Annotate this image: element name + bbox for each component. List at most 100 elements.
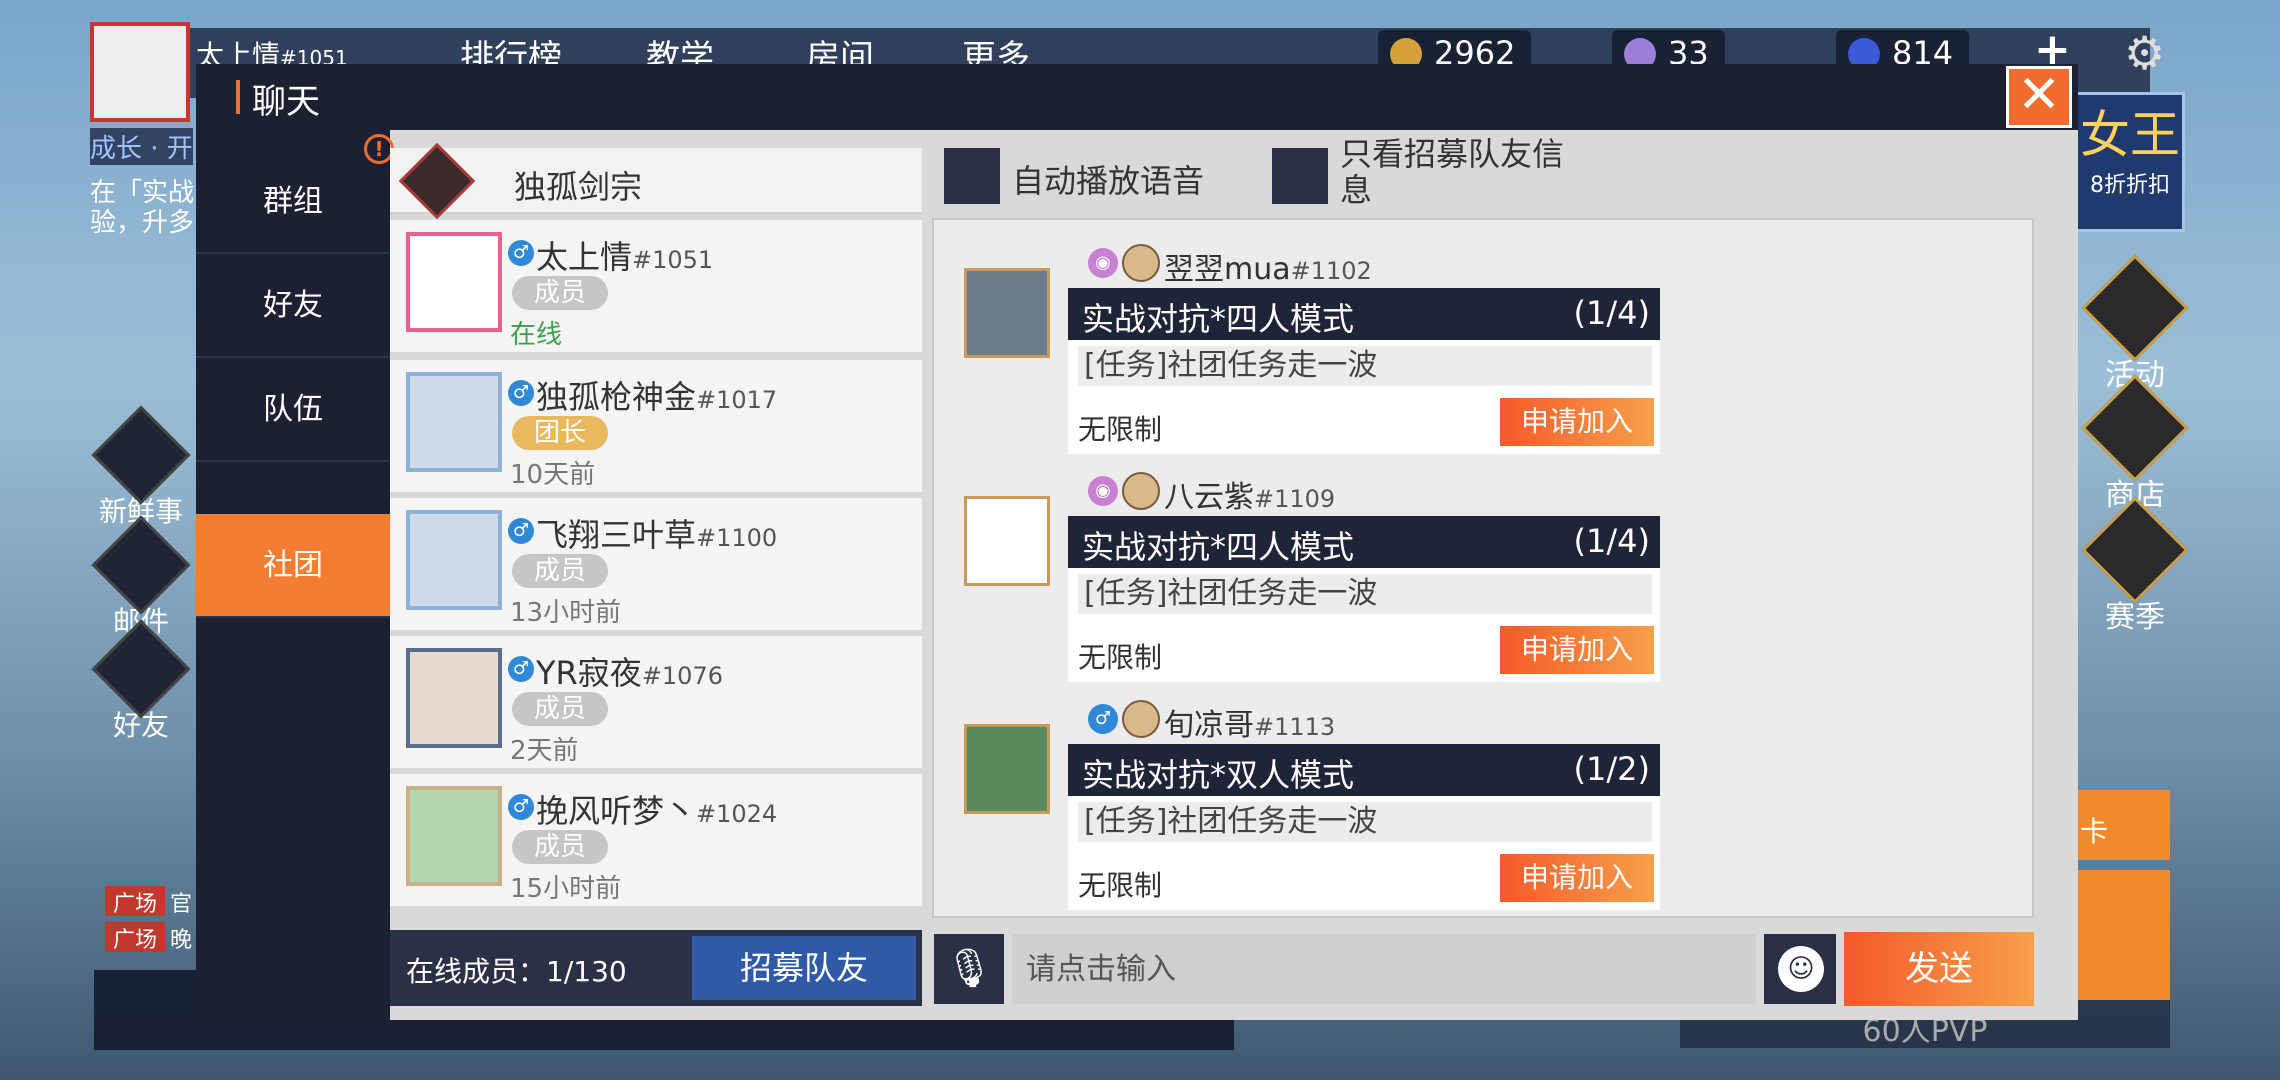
member-role-badge: 成员	[512, 554, 608, 588]
recruit-message: ◉ 翌翌mua#1102 实战对抗*四人模式 (1/4) [任务]社团任务走一波…	[934, 232, 2032, 454]
tab-team[interactable]: 队伍	[196, 358, 390, 462]
sender-name: 旬凉哥#1113	[1164, 708, 1336, 743]
avatar-frame-icon	[1122, 472, 1160, 510]
mode-title: 实战对抗*双人模式	[1082, 756, 1355, 794]
mode-bar: 实战对抗*双人模式 (1/2)	[1068, 744, 1660, 796]
male-icon: ♂	[508, 518, 534, 544]
task-text: [任务]社团任务走一波	[1078, 346, 1652, 386]
plaza-text: 晚	[170, 928, 193, 953]
member-row[interactable]: ♂ 挽风听梦丶#1024 成员 15小时前	[390, 774, 922, 906]
title-accent	[236, 80, 240, 114]
gift-icon	[2081, 254, 2189, 362]
sender-name: 八云紫#1109	[1164, 480, 1336, 515]
join-button[interactable]: 申请加入	[1500, 854, 1654, 902]
avatar-frame-icon	[1122, 244, 1160, 282]
avatar[interactable]	[964, 496, 1050, 586]
recruit-card: 实战对抗*四人模式 (1/4) [任务]社团任务走一波 无限制 申请加入	[1068, 288, 1660, 454]
male-icon: ♂	[508, 240, 534, 266]
close-button[interactable]: ✕	[2006, 66, 2072, 128]
microphone-button[interactable]: 🎙	[934, 934, 1004, 1004]
member-list[interactable]: ♂ 太上情#1051 成员 在线 ♂ 独孤枪神金#1017 团长 10天前 ♂ …	[390, 220, 922, 920]
recruit-message: ♂ 旬凉哥#1113 实战对抗*双人模式 (1/2) [任务]社团任务走一波 无…	[934, 688, 2032, 910]
member-row[interactable]: ♂ 独孤枪神金#1017 团长 10天前	[390, 360, 922, 492]
growth-desc-2: 验，升多	[90, 208, 195, 238]
member-row[interactable]: ♂ 飞翔三叶草#1100 成员 13小时前	[390, 498, 922, 630]
avatar	[406, 786, 502, 886]
member-footer: 在线成员：1/130 招募队友	[390, 930, 922, 1006]
settings-gear-icon[interactable]: ⚙	[2124, 26, 2165, 80]
eye-icon: ◉	[1088, 476, 1118, 506]
mode-bar: 实战对抗*四人模式 (1/4)	[1068, 516, 1660, 568]
plaza-tag: 广场	[105, 922, 165, 953]
dialog-title: 聊天	[252, 82, 320, 122]
avatar	[406, 648, 502, 748]
chat-input[interactable]	[1012, 934, 1756, 1004]
auto-voice-label: 自动播放语音	[1012, 162, 1205, 200]
male-icon: ♂	[508, 794, 534, 820]
join-button[interactable]: 申请加入	[1500, 398, 1654, 446]
growth-label: 成长 · 开	[90, 128, 193, 165]
member-role-badge: 成员	[512, 830, 608, 864]
avatar	[406, 372, 502, 472]
sender-name: 翌翌mua#1102	[1164, 252, 1372, 287]
limit-text: 无限制	[1078, 413, 1163, 446]
member-role-badge: 团长	[512, 416, 608, 450]
tab-friends[interactable]: 好友	[196, 254, 390, 358]
auto-voice-checkbox[interactable]	[944, 148, 1000, 204]
member-status: 13小时前	[510, 598, 622, 628]
tab-guild[interactable]: 社团	[196, 514, 390, 618]
team-count: (1/4)	[1573, 522, 1650, 560]
task-text: [任务]社团任务走一波	[1078, 802, 1652, 842]
tab-group[interactable]: 群组	[196, 150, 390, 254]
member-row[interactable]: ♂ YR寂夜#1076 成员 2天前	[390, 636, 922, 768]
avatar[interactable]	[964, 268, 1050, 358]
member-name: 独孤枪神金#1017	[536, 378, 778, 416]
member-name: 太上情#1051	[536, 238, 714, 276]
join-button[interactable]: 申请加入	[1500, 626, 1654, 674]
avatar	[406, 510, 502, 610]
team-count: (1/2)	[1573, 750, 1650, 788]
member-status: 2天前	[510, 736, 579, 766]
member-status: 在线	[510, 320, 563, 350]
member-row[interactable]: ♂ 太上情#1051 成员 在线	[390, 220, 922, 352]
chat-dialog: 聊天 ✕ 群组 好友 队伍 社团 ! 独孤剑宗 ♂ 太上情#1051 成员 在线…	[196, 64, 2078, 1020]
member-status: 15小时前	[510, 874, 622, 904]
dialog-header: 聊天	[196, 64, 2078, 130]
news-button[interactable]: 新鲜事	[86, 405, 196, 530]
avatar	[406, 232, 502, 332]
season-button[interactable]: 赛季	[2080, 496, 2190, 636]
limit-text: 无限制	[1078, 869, 1163, 902]
member-role-badge: 成员	[512, 692, 608, 726]
male-icon: ♂	[508, 380, 534, 406]
task-text: [任务]社团任务走一波	[1078, 574, 1652, 614]
player-avatar[interactable]	[90, 22, 190, 122]
mode-bar: 实战对抗*四人模式 (1/4)	[1068, 288, 1660, 340]
event-banner[interactable]: 女王 8折折扣	[2075, 92, 2185, 232]
microphone-icon: 🎙	[944, 946, 994, 990]
avatar[interactable]	[964, 724, 1050, 814]
member-name: 挽风听梦丶#1024	[536, 792, 778, 830]
online-count: 在线成员：1/130	[406, 955, 627, 988]
send-button[interactable]: 发送	[1844, 932, 2034, 1006]
emoji-face-icon: ☺	[1778, 946, 1824, 992]
recruit-button[interactable]: 招募队友	[692, 936, 916, 1000]
recruit-message: ◉ 八云紫#1109 实战对抗*四人模式 (1/4) [任务]社团任务走一波 无…	[934, 460, 2032, 682]
chat-sidebar: 群组 好友 队伍 社团	[196, 130, 390, 1020]
member-name: 飞翔三叶草#1100	[536, 516, 778, 554]
friends-button[interactable]: 好友	[86, 619, 196, 744]
male-icon: ♂	[508, 656, 534, 682]
limit-text: 无限制	[1078, 641, 1163, 674]
recruit-only-checkbox[interactable]	[1272, 148, 1328, 204]
message-list[interactable]: ◉ 翌翌mua#1102 实战对抗*四人模式 (1/4) [任务]社团任务走一波…	[932, 218, 2034, 918]
eye-icon: ◉	[1088, 248, 1118, 278]
mode-title: 实战对抗*四人模式	[1082, 528, 1355, 566]
guild-name: 独孤剑宗	[514, 168, 643, 206]
close-icon: ✕	[2017, 65, 2061, 125]
avatar-frame-icon	[1122, 700, 1160, 738]
plaza-tag: 广场	[105, 886, 165, 917]
male-icon: ♂	[1088, 704, 1118, 734]
member-name: YR寂夜#1076	[536, 654, 723, 692]
emoji-button[interactable]: ☺	[1764, 934, 1836, 1004]
member-status: 10天前	[510, 460, 596, 490]
recruit-card: 实战对抗*四人模式 (1/4) [任务]社团任务走一波 无限制 申请加入	[1068, 516, 1660, 682]
